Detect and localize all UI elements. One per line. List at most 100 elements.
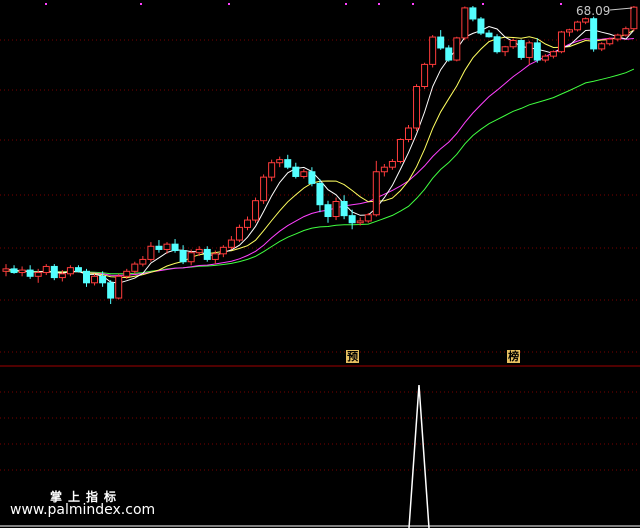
candle-body: [139, 258, 147, 265]
candle-body: [244, 219, 251, 228]
candle-body: [324, 204, 332, 218]
candle-body: [396, 138, 404, 162]
candle-body: [533, 42, 541, 61]
candle-body: [91, 275, 99, 284]
high-price-arrow: [609, 7, 633, 11]
candle-body: [195, 248, 203, 254]
candle-body: [235, 226, 243, 241]
candle-body: [501, 46, 509, 53]
candle-body: [630, 6, 638, 30]
candle-body: [372, 171, 380, 216]
candle-body: [211, 253, 219, 260]
candle-body: [332, 200, 340, 218]
candle-body: [557, 31, 565, 53]
stock-chart: [0, 3, 640, 528]
candle-body: [469, 7, 477, 20]
candle-body: [203, 248, 211, 260]
ma60-line: [5, 68, 635, 275]
candle-body: [187, 252, 195, 263]
top-dot: [560, 3, 562, 5]
signal-marker-榜: 榜: [507, 350, 521, 363]
moving-average-lines: [5, 25, 635, 284]
candle-body: [252, 200, 260, 221]
candle-body: [131, 263, 139, 272]
candle-body: [147, 245, 155, 260]
chart-grid: [0, 3, 640, 471]
signal-spike-line: [408, 384, 430, 528]
candle-body: [590, 18, 598, 50]
candle-body: [380, 166, 388, 173]
top-dot: [228, 3, 230, 5]
candle-body: [219, 246, 227, 255]
candle-body: [445, 47, 453, 61]
candle-body: [340, 200, 348, 217]
ma10-line: [5, 29, 635, 279]
candle-body: [421, 63, 429, 88]
candle-body: [517, 40, 525, 58]
candle-body: [574, 21, 582, 31]
candle-body: [2, 268, 10, 272]
top-dot: [45, 3, 47, 5]
ma5-line: [5, 25, 635, 284]
candle-body: [429, 36, 437, 65]
candle-body: [606, 38, 614, 45]
top-dot: [345, 3, 347, 5]
high-price-label: 68.09: [576, 4, 611, 18]
candle-body: [34, 272, 42, 277]
candle-body: [348, 215, 356, 224]
candle-body: [123, 270, 131, 277]
candle-body: [525, 42, 533, 58]
candle-body: [26, 269, 34, 277]
candle-body: [582, 18, 590, 23]
candle-body: [461, 7, 469, 39]
candle-body: [437, 36, 445, 49]
candle-body: [614, 34, 622, 40]
candle-body: [477, 18, 485, 34]
top-dot: [378, 3, 380, 5]
candle-body: [413, 86, 421, 129]
top-dot: [140, 3, 142, 5]
candle-body: [453, 37, 461, 61]
candle-body: [356, 220, 364, 224]
candle-body: [66, 267, 74, 275]
candle-body: [227, 239, 235, 248]
candle-body: [493, 36, 501, 53]
candle-body: [549, 51, 557, 57]
candle-body: [566, 29, 573, 33]
candle-body: [405, 127, 412, 140]
top-dot: [482, 3, 484, 5]
candle-body: [155, 245, 163, 250]
candle-body: [179, 250, 187, 263]
candle-body: [284, 159, 292, 168]
candle-body: [171, 243, 179, 252]
candle-body: [316, 182, 324, 206]
candle-body: [163, 243, 171, 250]
candle-body: [260, 176, 268, 202]
candle-body: [509, 40, 517, 48]
candle-body: [115, 275, 123, 299]
candle-body: [598, 43, 606, 50]
candle-body: [300, 171, 308, 177]
candle-body: [99, 275, 107, 284]
ma20-line: [5, 37, 634, 276]
candle-body: [364, 214, 372, 222]
candle-body: [276, 159, 284, 164]
candle-body: [107, 282, 115, 299]
candle-body: [50, 265, 58, 279]
candle-body: [485, 32, 493, 38]
candle-body: [18, 269, 26, 274]
website-url: www.palmindex.com: [10, 502, 156, 518]
candle-body: [388, 160, 396, 168]
candle-body: [10, 268, 18, 274]
candle-body: [622, 28, 630, 36]
candle-body: [308, 171, 316, 184]
signal-marker-预: 预: [346, 350, 360, 363]
candle-body: [42, 265, 50, 274]
top-dot: [412, 3, 414, 5]
candle-body: [292, 166, 300, 177]
candle-body: [58, 273, 66, 279]
candle-body: [83, 270, 90, 284]
candle-body: [268, 162, 276, 178]
candle-body: [74, 267, 82, 272]
candle-body: [541, 55, 549, 61]
